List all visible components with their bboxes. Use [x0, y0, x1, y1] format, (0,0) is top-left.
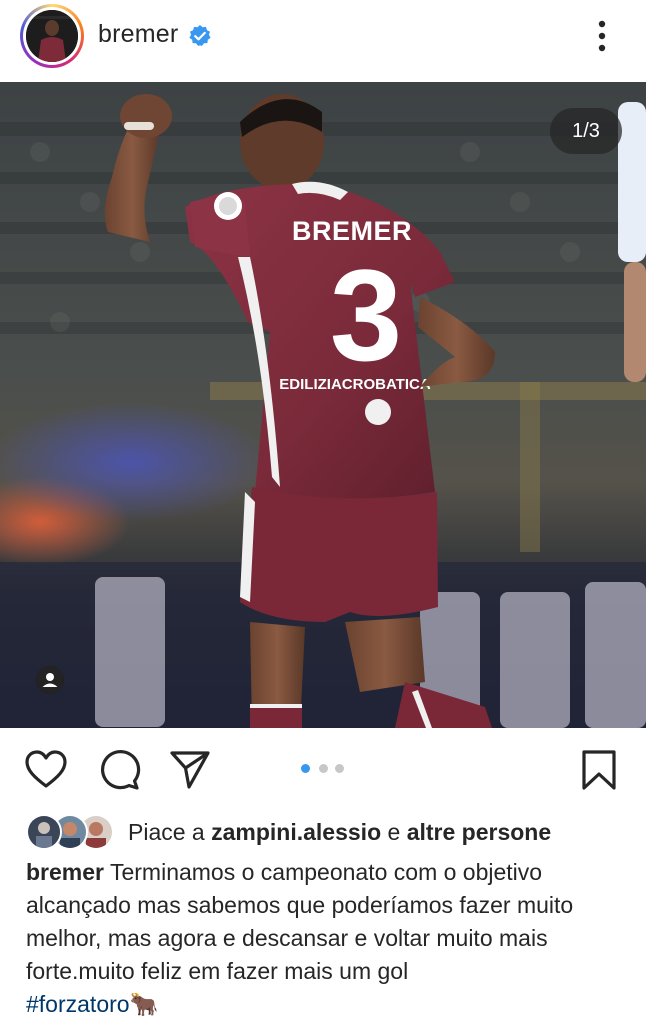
send-icon[interactable] [168, 748, 212, 792]
bull-emoji: 🐂 [129, 991, 159, 1017]
profile-avatar[interactable] [20, 4, 84, 68]
verified-badge-icon [189, 25, 211, 46]
heart-icon[interactable] [24, 748, 68, 792]
likes-joiner: e [387, 819, 401, 845]
carousel-dot [335, 764, 344, 773]
jersey-sponsor: EDILIZIACROBATICA [279, 376, 431, 393]
user-tag-icon[interactable] [36, 666, 64, 694]
carousel-dot [319, 764, 328, 773]
likes-user[interactable]: zampini.alessio [211, 819, 381, 845]
likes-row[interactable]: Piace a zampini.alessio e altre persone [0, 812, 646, 852]
avatar-photo [26, 10, 78, 62]
username[interactable]: bremer [98, 20, 178, 49]
bookmark-icon[interactable] [577, 748, 621, 792]
post-caption: bremer Terminamos o campeonato com o obj… [26, 856, 626, 1021]
caption-hashtag[interactable]: #forzatoro [26, 991, 130, 1017]
carousel-dot-active [301, 764, 310, 773]
caption-text: Terminamos o campeonato com o objetivo a… [26, 859, 574, 984]
post-photo[interactable]: BREMER 3 EDILIZIACROBATICA 1/3 [0, 82, 646, 728]
post-photo-scene: BREMER 3 EDILIZIACROBATICA [0, 82, 646, 728]
carousel-counter: 1/3 [550, 108, 622, 154]
likes-others[interactable]: altre persone [407, 819, 551, 845]
avatar-image [26, 10, 78, 62]
post-header: bremer [0, 0, 646, 82]
likes-prefix: Piace a [128, 819, 205, 845]
liker-avatar-photo [28, 816, 60, 848]
more-options-icon[interactable] [592, 18, 612, 54]
jersey-number: 3 [330, 242, 402, 388]
post-actions [0, 728, 646, 812]
liker-avatar [26, 814, 62, 850]
likes-text: Piace a zampini.alessio e altre persone [128, 819, 551, 846]
comment-icon[interactable] [98, 748, 142, 792]
caption-username[interactable]: bremer [26, 859, 104, 885]
